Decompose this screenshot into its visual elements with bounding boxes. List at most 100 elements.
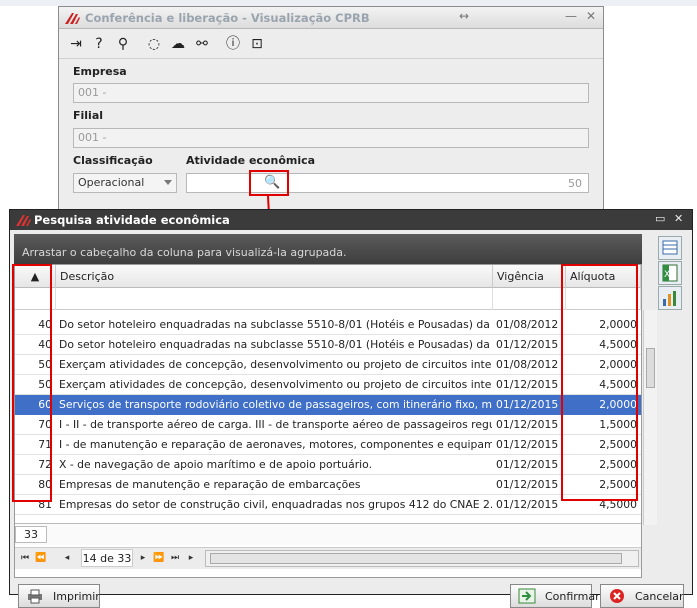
last-page-icon[interactable]: ⏭: [169, 551, 181, 565]
dialog-titlebar: Pesquisa atividade econômica ▭ ✕: [10, 210, 692, 230]
app-logo-icon: [65, 13, 80, 24]
cell-vigencia: 01/08/2012: [496, 318, 559, 331]
vertical-scrollbar[interactable]: [643, 310, 657, 525]
close-icon[interactable]: ✕: [586, 9, 596, 23]
cell-vigencia: 01/12/2015: [496, 418, 559, 431]
cell-descricao: Exerçam atividades de concepção, desenvo…: [59, 378, 492, 391]
table-row[interactable]: 81 Empresas do setor de construção civil…: [15, 495, 641, 515]
filial-value: 001 -: [78, 131, 107, 144]
grid-icon: [662, 240, 678, 255]
horizontal-scrollbar[interactable]: [205, 550, 639, 567]
empresa-value: 001 -: [78, 86, 107, 99]
grid-header: ▲ Descrição Vigência Alíquota: [15, 265, 641, 288]
print-label: Imprimir: [53, 590, 100, 603]
cancel-icon: [610, 589, 624, 603]
link-icon[interactable]: ⚯: [193, 35, 211, 53]
filial-label: Filial: [73, 109, 104, 122]
prev-page-set-icon[interactable]: ⏪: [35, 551, 47, 565]
filter-icon[interactable]: ▸: [185, 551, 197, 565]
minimize-icon[interactable]: —: [565, 9, 577, 23]
cell-vigencia: 01/12/2015: [496, 458, 559, 471]
column-header-vigencia[interactable]: Vigência: [493, 265, 566, 288]
table-row[interactable]: 72 X - de navegação de apoio marítimo e …: [15, 455, 641, 475]
cell-descricao: Exerçam atividades de concepção, desenvo…: [59, 358, 492, 371]
export-excel-button[interactable]: X: [658, 261, 682, 285]
resize-icon[interactable]: ↔: [459, 9, 469, 23]
cell-vigencia: 01/12/2015: [496, 398, 559, 411]
bulb-icon[interactable]: ◌: [145, 35, 163, 53]
pager-label: 14 de 33: [82, 552, 132, 565]
column-header-descricao[interactable]: Descrição: [56, 265, 493, 288]
cell-descricao: Do setor hoteleiro enquadradas na subcla…: [59, 338, 492, 351]
chart-button[interactable]: [658, 286, 682, 310]
cell-vigencia: 01/12/2015: [496, 378, 559, 391]
shape-icon[interactable]: ☁: [169, 35, 187, 53]
table-row[interactable]: 50 Exerçam atividades de concepção, dese…: [15, 355, 641, 375]
chart-icon: [663, 291, 676, 306]
cell-vigencia: 01/12/2015: [496, 478, 559, 491]
descricao-header-label: Descrição: [60, 270, 115, 283]
restore-icon[interactable]: ▭: [655, 212, 665, 225]
filter-row: [15, 288, 641, 310]
cell-descricao: Empresas do setor de construção civil, e…: [59, 498, 492, 511]
table-row[interactable]: 70 I - II - de transporte aéreo de carga…: [15, 415, 641, 435]
close-icon[interactable]: ✕: [674, 212, 683, 225]
empresa-label: Empresa: [73, 65, 127, 78]
cell-descricao: Empresas de manutenção e reparação de em…: [59, 478, 361, 491]
cell-descricao: X - de navegação de apoio marítimo e de …: [59, 458, 373, 471]
group-by-panel[interactable]: Arrastar o cabeçalho da coluna para visu…: [14, 234, 642, 264]
cprb-window: Conferência e liberação - Visualização C…: [58, 6, 604, 216]
vertical-scroll-thumb[interactable]: [646, 348, 655, 388]
cprb-toolbar: ⇥ ? ⚲ ◌ ☁ ⚯ ⓘ ⊡: [59, 29, 603, 59]
filial-field[interactable]: 001 -: [73, 128, 589, 148]
record-count: 33: [15, 526, 47, 543]
atividade-lookup-button[interactable]: 🔍: [249, 170, 289, 196]
table-row[interactable]: 40 Do setor hoteleiro enquadradas na sub…: [15, 335, 641, 355]
grid-layout-button[interactable]: [658, 236, 682, 260]
results-grid: ▲ Descrição Vigência Alíquota 40 Do seto…: [14, 264, 657, 578]
first-page-icon[interactable]: ⏮: [19, 551, 31, 565]
filter-vigencia[interactable]: [493, 288, 566, 310]
table-row[interactable]: 71 I - de manutenção e reparação de aero…: [15, 435, 641, 455]
classificacao-select[interactable]: Operacional: [73, 173, 177, 193]
help-icon[interactable]: ?: [90, 35, 108, 53]
table-row[interactable]: 40 Do setor hoteleiro enquadradas na sub…: [15, 315, 641, 335]
filter-descricao[interactable]: [56, 288, 493, 310]
info-icon[interactable]: ⓘ: [224, 35, 242, 53]
cell-vigencia: 01/12/2015: [496, 338, 559, 351]
print-button[interactable]: Imprimir: [18, 584, 100, 608]
view-icon[interactable]: ⊡: [248, 35, 266, 53]
cell-descricao: I - II - de transporte aéreo de carga. I…: [59, 418, 492, 431]
confirm-button[interactable]: Confirmar: [510, 584, 600, 608]
horizontal-scroll-thumb[interactable]: [210, 553, 622, 564]
next-page-set-icon[interactable]: ⏩: [153, 551, 165, 565]
highlight-code-column: [12, 264, 52, 502]
table-row-selected[interactable]: 60 Serviços de transporte rodoviário col…: [15, 395, 641, 415]
prev-record-icon[interactable]: ◂: [61, 551, 73, 565]
classificacao-value: Operacional: [78, 176, 145, 189]
app-logo-icon: [16, 215, 31, 226]
table-row[interactable]: 80 Empresas de manutenção e reparação de…: [15, 475, 641, 495]
cell-vigencia: 01/12/2015: [496, 498, 559, 511]
pager-position: 14 de 33: [81, 549, 133, 567]
next-record-icon[interactable]: ▸: [137, 551, 149, 565]
magnifier-icon: 🔍: [264, 175, 281, 190]
cancel-label: Cancelar: [635, 590, 684, 603]
atividade-field[interactable]: 🔍 50: [186, 170, 589, 196]
search-icon[interactable]: ⚲: [114, 35, 132, 53]
group-hint: Arrastar o cabeçalho da coluna para visu…: [22, 246, 347, 259]
grid-rows: 40 Do setor hoteleiro enquadradas na sub…: [15, 315, 641, 523]
atividade-maxlen: 50: [568, 177, 582, 190]
cell-descricao: I - de manutenção e reparação de aeronav…: [59, 438, 492, 451]
grid-footer: 33: [15, 523, 641, 545]
empresa-field[interactable]: 001 -: [73, 83, 589, 103]
cell-vigencia: 01/12/2015: [496, 438, 559, 451]
confirm-label: Confirmar: [545, 590, 600, 603]
cell-descricao: Do setor hoteleiro enquadradas na subcla…: [59, 318, 492, 331]
svg-text:X: X: [664, 270, 670, 280]
highlight-aliquota-column: [561, 264, 638, 501]
exit-icon[interactable]: ⇥: [67, 35, 85, 53]
cancel-button[interactable]: Cancelar: [600, 584, 684, 608]
table-row[interactable]: 50 Exerçam atividades de concepção, dese…: [15, 375, 641, 395]
atividade-label: Atividade econômica: [186, 154, 316, 167]
